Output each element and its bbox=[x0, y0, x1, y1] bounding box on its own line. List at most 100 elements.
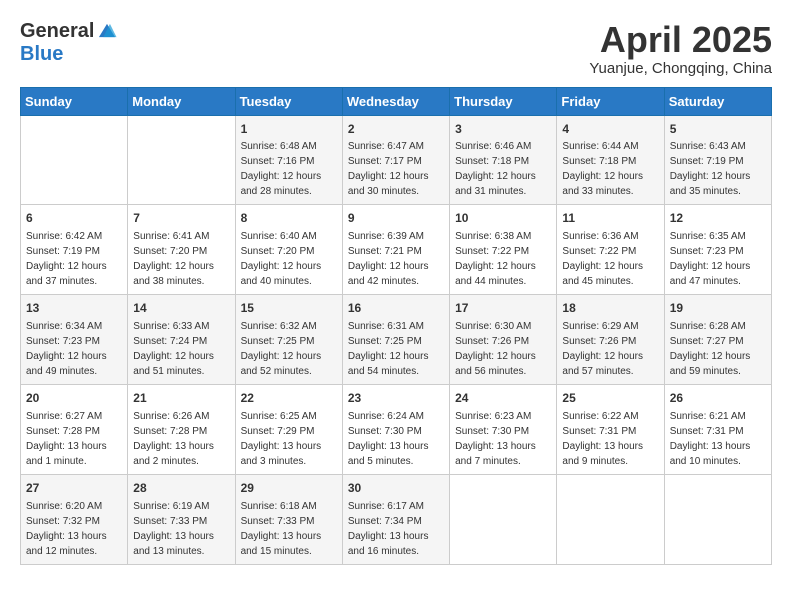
day-number: 25 bbox=[562, 390, 658, 407]
day-number: 19 bbox=[670, 300, 766, 317]
calendar-cell: 11 Sunrise: 6:36 AMSunset: 7:22 PMDayligh… bbox=[557, 205, 664, 295]
calendar-cell: 27Sunrise: 6:20 AMSunset: 7:32 PMDayligh… bbox=[21, 474, 128, 564]
weekday-header-wednesday: Wednesday bbox=[342, 87, 449, 115]
calendar-cell: 7Sunrise: 6:41 AMSunset: 7:20 PMDaylight… bbox=[128, 205, 235, 295]
day-number: 11 bbox=[562, 210, 658, 227]
calendar-cell: 22 Sunrise: 6:25 AMSunset: 7:29 PMDayligh… bbox=[235, 384, 342, 474]
day-info: Sunrise: 6:35 AMSunset: 7:23 PMDaylight:… bbox=[670, 231, 751, 287]
logo: General Blue bbox=[20, 20, 118, 66]
calendar-cell: 29Sunrise: 6:18 AMSunset: 7:33 PMDayligh… bbox=[235, 474, 342, 564]
day-info: Sunrise: 6:38 AMSunset: 7:22 PMDaylight:… bbox=[455, 231, 536, 287]
calendar-cell: 1 Sunrise: 6:48 AMSunset: 7:16 PMDaylight… bbox=[235, 115, 342, 205]
day-number: 26 bbox=[670, 390, 766, 407]
day-info: Sunrise: 6:26 AMSunset: 7:28 PMDaylight:… bbox=[133, 411, 214, 467]
calendar-header-row: SundayMondayTuesdayWednesdayThursdayFrid… bbox=[21, 87, 772, 115]
calendar-cell: 8 Sunrise: 6:40 AMSunset: 7:20 PMDaylight… bbox=[235, 205, 342, 295]
day-number: 30 bbox=[348, 480, 444, 497]
calendar-week-row: 20Sunrise: 6:27 AMSunset: 7:28 PMDayligh… bbox=[21, 384, 772, 474]
weekday-header-monday: Monday bbox=[128, 87, 235, 115]
day-number: 16 bbox=[348, 300, 444, 317]
day-number: 14 bbox=[133, 300, 229, 317]
day-number: 2 bbox=[348, 121, 444, 138]
calendar-cell: 17Sunrise: 6:30 AMSunset: 7:26 PMDayligh… bbox=[450, 295, 557, 385]
logo-blue: Blue bbox=[20, 43, 118, 66]
day-number: 1 bbox=[241, 121, 337, 138]
calendar-cell: 10 Sunrise: 6:38 AMSunset: 7:22 PMDayligh… bbox=[450, 205, 557, 295]
calendar-cell: 16 Sunrise: 6:31 AMSunset: 7:25 PMDayligh… bbox=[342, 295, 449, 385]
calendar-cell: 21Sunrise: 6:26 AMSunset: 7:28 PMDayligh… bbox=[128, 384, 235, 474]
page-header: General Blue April 2025 Yuanjue, Chongqi… bbox=[20, 20, 772, 77]
weekday-header-saturday: Saturday bbox=[664, 87, 771, 115]
day-number: 24 bbox=[455, 390, 551, 407]
day-info: Sunrise: 6:42 AMSunset: 7:19 PMDaylight:… bbox=[26, 231, 107, 287]
day-info: Sunrise: 6:19 AMSunset: 7:33 PMDaylight:… bbox=[133, 501, 214, 557]
calendar-cell: 26 Sunrise: 6:21 AMSunset: 7:31 PMDayligh… bbox=[664, 384, 771, 474]
calendar-cell: 4 Sunrise: 6:44 AMSunset: 7:18 PMDaylight… bbox=[557, 115, 664, 205]
month-title: April 2025 bbox=[589, 20, 772, 60]
day-number: 27 bbox=[26, 480, 122, 497]
weekday-header-tuesday: Tuesday bbox=[235, 87, 342, 115]
calendar-cell: 19 Sunrise: 6:28 AMSunset: 7:27 PMDayligh… bbox=[664, 295, 771, 385]
day-number: 29 bbox=[241, 480, 337, 497]
weekday-header-thursday: Thursday bbox=[450, 87, 557, 115]
calendar-cell: 24 Sunrise: 6:23 AMSunset: 7:30 PMDayligh… bbox=[450, 384, 557, 474]
day-info: Sunrise: 6:24 AMSunset: 7:30 PMDaylight:… bbox=[348, 411, 429, 467]
day-info: Sunrise: 6:21 AMSunset: 7:31 PMDaylight:… bbox=[670, 411, 751, 467]
day-number: 4 bbox=[562, 121, 658, 138]
day-info: Sunrise: 6:40 AMSunset: 7:20 PMDaylight:… bbox=[241, 231, 322, 287]
day-info: Sunrise: 6:41 AMSunset: 7:20 PMDaylight:… bbox=[133, 231, 214, 287]
day-number: 13 bbox=[26, 300, 122, 317]
day-number: 8 bbox=[241, 210, 337, 227]
location: Yuanjue, Chongqing, China bbox=[589, 60, 772, 77]
day-number: 6 bbox=[26, 210, 122, 227]
calendar-week-row: 1 Sunrise: 6:48 AMSunset: 7:16 PMDaylight… bbox=[21, 115, 772, 205]
calendar-week-row: 13 Sunrise: 6:34 AMSunset: 7:23 PMDayligh… bbox=[21, 295, 772, 385]
day-info: Sunrise: 6:43 AMSunset: 7:19 PMDaylight:… bbox=[670, 141, 751, 197]
calendar-cell: 14 Sunrise: 6:33 AMSunset: 7:24 PMDayligh… bbox=[128, 295, 235, 385]
day-info: Sunrise: 6:34 AMSunset: 7:23 PMDaylight:… bbox=[26, 321, 107, 377]
day-number: 23 bbox=[348, 390, 444, 407]
day-info: Sunrise: 6:30 AMSunset: 7:26 PMDaylight:… bbox=[455, 321, 536, 377]
day-number: 18 bbox=[562, 300, 658, 317]
weekday-header-friday: Friday bbox=[557, 87, 664, 115]
calendar-cell: 15 Sunrise: 6:32 AMSunset: 7:25 PMDayligh… bbox=[235, 295, 342, 385]
day-info: Sunrise: 6:48 AMSunset: 7:16 PMDaylight:… bbox=[241, 141, 322, 197]
logo-icon bbox=[96, 21, 118, 43]
calendar-cell: 30Sunrise: 6:17 AMSunset: 7:34 PMDayligh… bbox=[342, 474, 449, 564]
calendar-table: SundayMondayTuesdayWednesdayThursdayFrid… bbox=[20, 87, 772, 565]
logo-general: General bbox=[20, 20, 94, 42]
day-info: Sunrise: 6:32 AMSunset: 7:25 PMDaylight:… bbox=[241, 321, 322, 377]
calendar-cell: 6 Sunrise: 6:42 AMSunset: 7:19 PMDaylight… bbox=[21, 205, 128, 295]
calendar-cell: 20Sunrise: 6:27 AMSunset: 7:28 PMDayligh… bbox=[21, 384, 128, 474]
calendar-cell: 25 Sunrise: 6:22 AMSunset: 7:31 PMDayligh… bbox=[557, 384, 664, 474]
calendar-cell bbox=[128, 115, 235, 205]
day-info: Sunrise: 6:47 AMSunset: 7:17 PMDaylight:… bbox=[348, 141, 429, 197]
day-info: Sunrise: 6:31 AMSunset: 7:25 PMDaylight:… bbox=[348, 321, 429, 377]
calendar-cell bbox=[21, 115, 128, 205]
day-info: Sunrise: 6:39 AMSunset: 7:21 PMDaylight:… bbox=[348, 231, 429, 287]
day-info: Sunrise: 6:23 AMSunset: 7:30 PMDaylight:… bbox=[455, 411, 536, 467]
day-number: 22 bbox=[241, 390, 337, 407]
day-info: Sunrise: 6:22 AMSunset: 7:31 PMDaylight:… bbox=[562, 411, 643, 467]
day-info: Sunrise: 6:28 AMSunset: 7:27 PMDaylight:… bbox=[670, 321, 751, 377]
calendar-cell: 13 Sunrise: 6:34 AMSunset: 7:23 PMDayligh… bbox=[21, 295, 128, 385]
calendar-cell: 23 Sunrise: 6:24 AMSunset: 7:30 PMDayligh… bbox=[342, 384, 449, 474]
day-number: 15 bbox=[241, 300, 337, 317]
calendar-cell bbox=[664, 474, 771, 564]
weekday-header-sunday: Sunday bbox=[21, 87, 128, 115]
day-number: 12 bbox=[670, 210, 766, 227]
calendar-cell: 2 Sunrise: 6:47 AMSunset: 7:17 PMDaylight… bbox=[342, 115, 449, 205]
calendar-week-row: 27Sunrise: 6:20 AMSunset: 7:32 PMDayligh… bbox=[21, 474, 772, 564]
day-info: Sunrise: 6:29 AMSunset: 7:26 PMDaylight:… bbox=[562, 321, 643, 377]
day-info: Sunrise: 6:36 AMSunset: 7:22 PMDaylight:… bbox=[562, 231, 643, 287]
day-number: 28 bbox=[133, 480, 229, 497]
day-info: Sunrise: 6:33 AMSunset: 7:24 PMDaylight:… bbox=[133, 321, 214, 377]
calendar-cell: 28 Sunrise: 6:19 AMSunset: 7:33 PMDayligh… bbox=[128, 474, 235, 564]
calendar-cell: 3Sunrise: 6:46 AMSunset: 7:18 PMDaylight… bbox=[450, 115, 557, 205]
calendar-cell: 9 Sunrise: 6:39 AMSunset: 7:21 PMDaylight… bbox=[342, 205, 449, 295]
day-number: 10 bbox=[455, 210, 551, 227]
calendar-cell: 12 Sunrise: 6:35 AMSunset: 7:23 PMDayligh… bbox=[664, 205, 771, 295]
day-info: Sunrise: 6:25 AMSunset: 7:29 PMDaylight:… bbox=[241, 411, 322, 467]
day-info: Sunrise: 6:44 AMSunset: 7:18 PMDaylight:… bbox=[562, 141, 643, 197]
day-number: 9 bbox=[348, 210, 444, 227]
